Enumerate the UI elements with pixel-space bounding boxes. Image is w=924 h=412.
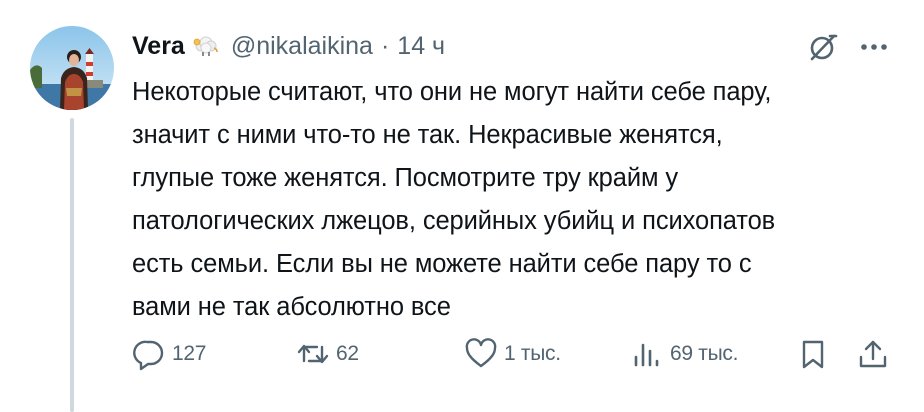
handle[interactable]: @nikalaikina bbox=[231, 32, 373, 61]
reply-icon bbox=[133, 340, 164, 371]
tweet-text-line: значит с ними что-то не так. Некрасивые … bbox=[132, 121, 723, 149]
grok-icon[interactable] bbox=[806, 30, 840, 64]
tweet-text-line: есть семьи. Если вы не можете найти себе… bbox=[132, 250, 752, 278]
tweet-text-line: вами не так абсолютно все bbox=[132, 293, 451, 321]
repost-icon bbox=[297, 344, 329, 364]
header-separator: · bbox=[380, 31, 390, 60]
bookmark-icon bbox=[802, 340, 824, 369]
repost-button[interactable]: 62 bbox=[296, 334, 359, 374]
more-icon[interactable] bbox=[856, 30, 892, 64]
like-button[interactable]: 1 тыс. bbox=[464, 334, 561, 374]
repost-count: 62 bbox=[336, 342, 359, 365]
tweet-text-line: Некоторые считают, что они не могут найт… bbox=[132, 78, 772, 106]
bookmark-button[interactable] bbox=[796, 334, 830, 374]
views-button[interactable]: 69 тыс. bbox=[630, 334, 738, 374]
tweet-header: Vera @nikalaikina · 14 ч bbox=[132, 28, 445, 64]
share-button[interactable] bbox=[856, 334, 890, 374]
tweet-text-line: патологических лжецов, серийных убийц и … bbox=[132, 207, 776, 235]
reply-button[interactable]: 127 bbox=[132, 334, 206, 374]
sheep-emoji-icon bbox=[193, 34, 221, 58]
tweet: Vera @nikalaikina · 14 ч Некоторые счита… bbox=[0, 0, 924, 412]
views-count: 69 тыс. bbox=[670, 342, 739, 365]
like-count: 1 тыс. bbox=[504, 342, 561, 365]
tweet-text: Некоторые считают, что они не могут найт… bbox=[132, 71, 902, 329]
avatar[interactable] bbox=[30, 26, 114, 110]
share-icon bbox=[859, 340, 887, 368]
like-icon bbox=[465, 338, 497, 368]
tweet-text-line: глупые тоже женятся. Посмотрите тру край… bbox=[132, 164, 679, 192]
views-icon bbox=[634, 343, 659, 367]
reply-count: 127 bbox=[172, 342, 207, 365]
thread-line bbox=[70, 118, 74, 412]
timestamp[interactable]: 14 ч bbox=[397, 32, 445, 61]
display-name[interactable]: Vera bbox=[132, 32, 185, 61]
